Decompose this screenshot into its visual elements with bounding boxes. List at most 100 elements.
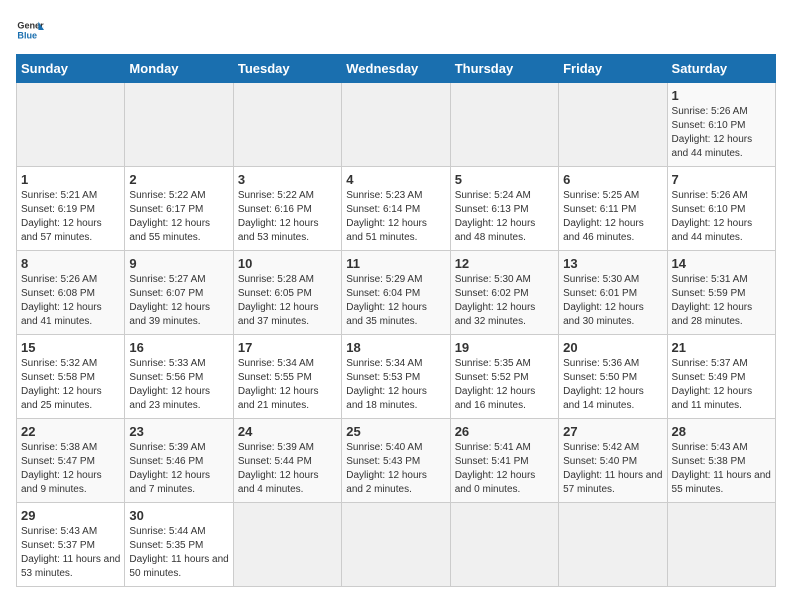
calendar-cell: 30 Sunrise: 5:44 AMSunset: 5:35 PMDayligh… bbox=[125, 503, 233, 587]
day-number: 11 bbox=[346, 256, 445, 271]
calendar-cell bbox=[233, 503, 341, 587]
cell-sun-info: Sunrise: 5:26 AMSunset: 6:10 PMDaylight:… bbox=[672, 105, 771, 161]
cell-sun-info: Sunrise: 5:29 AMSunset: 6:04 PMDaylight:… bbox=[346, 273, 445, 329]
day-number: 30 bbox=[129, 508, 228, 523]
cell-sun-info: Sunrise: 5:26 AMSunset: 6:10 PMDaylight:… bbox=[672, 189, 771, 245]
day-number: 8 bbox=[21, 256, 120, 271]
header-thursday: Thursday bbox=[450, 55, 558, 83]
day-number: 7 bbox=[672, 172, 771, 187]
logo: General Blue bbox=[16, 16, 44, 44]
calendar-cell: 6 Sunrise: 5:25 AMSunset: 6:11 PMDaylight… bbox=[559, 167, 667, 251]
day-number: 29 bbox=[21, 508, 120, 523]
calendar-cell: 24 Sunrise: 5:39 AMSunset: 5:44 PMDayligh… bbox=[233, 419, 341, 503]
cell-sun-info: Sunrise: 5:22 AMSunset: 6:17 PMDaylight:… bbox=[129, 189, 228, 245]
calendar-cell: 1 Sunrise: 5:26 AMSunset: 6:10 PMDaylight… bbox=[667, 83, 775, 167]
cell-sun-info: Sunrise: 5:26 AMSunset: 6:08 PMDaylight:… bbox=[21, 273, 120, 329]
calendar-week-row: 8 Sunrise: 5:26 AMSunset: 6:08 PMDaylight… bbox=[17, 251, 776, 335]
calendar-cell: 21 Sunrise: 5:37 AMSunset: 5:49 PMDayligh… bbox=[667, 335, 775, 419]
cell-sun-info: Sunrise: 5:39 AMSunset: 5:44 PMDaylight:… bbox=[238, 441, 337, 497]
cell-sun-info: Sunrise: 5:27 AMSunset: 6:07 PMDaylight:… bbox=[129, 273, 228, 329]
cell-sun-info: Sunrise: 5:23 AMSunset: 6:14 PMDaylight:… bbox=[346, 189, 445, 245]
day-number: 10 bbox=[238, 256, 337, 271]
calendar-cell: 3 Sunrise: 5:22 AMSunset: 6:16 PMDaylight… bbox=[233, 167, 341, 251]
calendar-cell: 25Sunrise: 5:40 AMSunset: 5:43 PMDayligh… bbox=[342, 419, 450, 503]
cell-sun-info: Sunrise: 5:30 AMSunset: 6:02 PMDaylight:… bbox=[455, 273, 554, 329]
day-number: 28 bbox=[672, 424, 771, 439]
header-wednesday: Wednesday bbox=[342, 55, 450, 83]
cell-sun-info: Sunrise: 5:37 AMSunset: 5:49 PMDaylight:… bbox=[672, 357, 771, 413]
cell-sun-info: Sunrise: 5:43 AMSunset: 5:38 PMDaylight:… bbox=[672, 441, 771, 497]
day-number: 1 bbox=[672, 88, 771, 103]
cell-sun-info: Sunrise: 5:39 AMSunset: 5:46 PMDaylight:… bbox=[129, 441, 228, 497]
day-number: 9 bbox=[129, 256, 228, 271]
cell-sun-info: Sunrise: 5:33 AMSunset: 5:56 PMDaylight:… bbox=[129, 357, 228, 413]
calendar-cell: 15 Sunrise: 5:32 AMSunset: 5:58 PMDayligh… bbox=[17, 335, 125, 419]
day-number: 22 bbox=[21, 424, 120, 439]
cell-sun-info: Sunrise: 5:40 AMSunset: 5:43 PMDaylight:… bbox=[346, 441, 445, 497]
calendar-week-row: 1 Sunrise: 5:26 AMSunset: 6:10 PMDaylight… bbox=[17, 83, 776, 167]
day-number: 26 bbox=[455, 424, 554, 439]
cell-sun-info: Sunrise: 5:22 AMSunset: 6:16 PMDaylight:… bbox=[238, 189, 337, 245]
logo-icon: General Blue bbox=[16, 16, 44, 44]
calendar-cell bbox=[342, 83, 450, 167]
cell-sun-info: Sunrise: 5:32 AMSunset: 5:58 PMDaylight:… bbox=[21, 357, 120, 413]
day-number: 14 bbox=[672, 256, 771, 271]
cell-sun-info: Sunrise: 5:24 AMSunset: 6:13 PMDaylight:… bbox=[455, 189, 554, 245]
calendar-cell bbox=[342, 503, 450, 587]
calendar-cell bbox=[125, 83, 233, 167]
day-number: 21 bbox=[672, 340, 771, 355]
calendar-cell: 12 Sunrise: 5:30 AMSunset: 6:02 PMDayligh… bbox=[450, 251, 558, 335]
header-saturday: Saturday bbox=[667, 55, 775, 83]
day-number: 12 bbox=[455, 256, 554, 271]
cell-sun-info: Sunrise: 5:38 AMSunset: 5:47 PMDaylight:… bbox=[21, 441, 120, 497]
calendar-cell: 9 Sunrise: 5:27 AMSunset: 6:07 PMDaylight… bbox=[125, 251, 233, 335]
day-number: 18 bbox=[346, 340, 445, 355]
day-number: 6 bbox=[563, 172, 662, 187]
day-number: 5 bbox=[455, 172, 554, 187]
svg-text:Blue: Blue bbox=[17, 30, 37, 40]
calendar-cell: 22 Sunrise: 5:38 AMSunset: 5:47 PMDayligh… bbox=[17, 419, 125, 503]
calendar-cell: 26 Sunrise: 5:41 AMSunset: 5:41 PMDayligh… bbox=[450, 419, 558, 503]
calendar-header-row: SundayMondayTuesdayWednesdayThursdayFrid… bbox=[17, 55, 776, 83]
day-number: 24 bbox=[238, 424, 337, 439]
calendar-cell: 19Sunrise: 5:35 AMSunset: 5:52 PMDayligh… bbox=[450, 335, 558, 419]
cell-sun-info: Sunrise: 5:34 AMSunset: 5:53 PMDaylight:… bbox=[346, 357, 445, 413]
calendar-week-row: 22 Sunrise: 5:38 AMSunset: 5:47 PMDayligh… bbox=[17, 419, 776, 503]
cell-sun-info: Sunrise: 5:41 AMSunset: 5:41 PMDaylight:… bbox=[455, 441, 554, 497]
day-number: 13 bbox=[563, 256, 662, 271]
cell-sun-info: Sunrise: 5:44 AMSunset: 5:35 PMDaylight:… bbox=[129, 525, 228, 581]
calendar-cell: 23 Sunrise: 5:39 AMSunset: 5:46 PMDayligh… bbox=[125, 419, 233, 503]
calendar-cell: 10 Sunrise: 5:28 AMSunset: 6:05 PMDayligh… bbox=[233, 251, 341, 335]
day-number: 3 bbox=[238, 172, 337, 187]
calendar-cell: 1 Sunrise: 5:21 AMSunset: 6:19 PMDaylight… bbox=[17, 167, 125, 251]
cell-sun-info: Sunrise: 5:31 AMSunset: 5:59 PMDaylight:… bbox=[672, 273, 771, 329]
calendar-cell: 4 Sunrise: 5:23 AMSunset: 6:14 PMDaylight… bbox=[342, 167, 450, 251]
header-sunday: Sunday bbox=[17, 55, 125, 83]
cell-sun-info: Sunrise: 5:25 AMSunset: 6:11 PMDaylight:… bbox=[563, 189, 662, 245]
calendar-cell: 8 Sunrise: 5:26 AMSunset: 6:08 PMDaylight… bbox=[17, 251, 125, 335]
calendar-week-row: 15 Sunrise: 5:32 AMSunset: 5:58 PMDayligh… bbox=[17, 335, 776, 419]
calendar-cell: 7 Sunrise: 5:26 AMSunset: 6:10 PMDaylight… bbox=[667, 167, 775, 251]
calendar-cell: 18 Sunrise: 5:34 AMSunset: 5:53 PMDayligh… bbox=[342, 335, 450, 419]
day-number: 15 bbox=[21, 340, 120, 355]
day-number: 23 bbox=[129, 424, 228, 439]
cell-sun-info: Sunrise: 5:34 AMSunset: 5:55 PMDaylight:… bbox=[238, 357, 337, 413]
calendar-cell: 5 Sunrise: 5:24 AMSunset: 6:13 PMDaylight… bbox=[450, 167, 558, 251]
calendar-cell bbox=[559, 503, 667, 587]
calendar-cell: 20Sunrise: 5:36 AMSunset: 5:50 PMDayligh… bbox=[559, 335, 667, 419]
day-number: 1 bbox=[21, 172, 120, 187]
day-number: 2 bbox=[129, 172, 228, 187]
calendar-cell bbox=[233, 83, 341, 167]
calendar-cell: 29 Sunrise: 5:43 AMSunset: 5:37 PMDayligh… bbox=[17, 503, 125, 587]
calendar-cell: 16Sunrise: 5:33 AMSunset: 5:56 PMDayligh… bbox=[125, 335, 233, 419]
day-number: 17 bbox=[238, 340, 337, 355]
cell-sun-info: Sunrise: 5:43 AMSunset: 5:37 PMDaylight:… bbox=[21, 525, 120, 581]
calendar-cell: 2 Sunrise: 5:22 AMSunset: 6:17 PMDaylight… bbox=[125, 167, 233, 251]
cell-sun-info: Sunrise: 5:35 AMSunset: 5:52 PMDaylight:… bbox=[455, 357, 554, 413]
calendar-cell: 17 Sunrise: 5:34 AMSunset: 5:55 PMDayligh… bbox=[233, 335, 341, 419]
calendar-cell: 27Sunrise: 5:42 AMSunset: 5:40 PMDayligh… bbox=[559, 419, 667, 503]
header-monday: Monday bbox=[125, 55, 233, 83]
day-number: 4 bbox=[346, 172, 445, 187]
cell-sun-info: Sunrise: 5:28 AMSunset: 6:05 PMDaylight:… bbox=[238, 273, 337, 329]
cell-sun-info: Sunrise: 5:21 AMSunset: 6:19 PMDaylight:… bbox=[21, 189, 120, 245]
